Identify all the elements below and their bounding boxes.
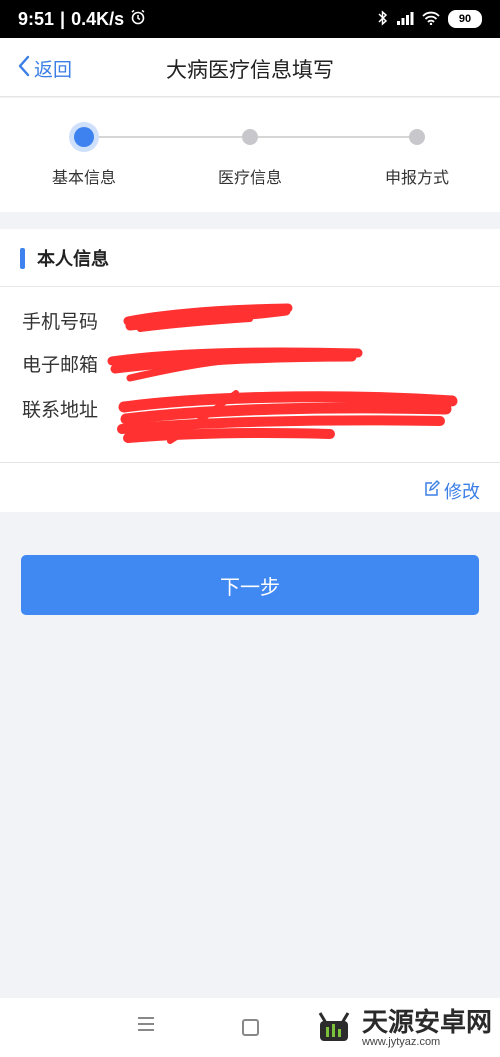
status-net-speed: 0.4K/s	[71, 8, 125, 29]
next-step-button[interactable]: 下一步	[21, 555, 479, 615]
status-time: 9:51	[18, 8, 55, 29]
phone-label: 手机号码	[22, 311, 99, 333]
status-divider: |	[60, 8, 66, 29]
email-label: 电子邮箱	[22, 354, 99, 376]
section-header: 本人信息	[0, 229, 500, 287]
home-icon[interactable]	[242, 1019, 259, 1036]
alarm-icon	[130, 9, 146, 30]
battery-icon: 90	[448, 10, 482, 28]
address-label: 联系地址	[22, 399, 99, 421]
bluetooth-icon	[378, 9, 388, 29]
status-bar: 9:51 | 0.4K/s 90	[0, 0, 500, 38]
watermark-text: 天源安卓网 www.jytyaz.com	[362, 1010, 492, 1048]
step-connector	[250, 136, 417, 138]
watermark-title: 天源安卓网	[361, 1008, 492, 1038]
wifi-icon	[422, 11, 440, 28]
section-accent-bar	[20, 248, 25, 269]
status-right: 90	[378, 9, 482, 29]
watermark: 天源安卓网 www.jytyaz.com	[312, 1005, 492, 1053]
step-label-declare: 申报方式	[384, 168, 450, 187]
step-label-medical: 医疗信息	[217, 168, 283, 187]
section-title: 本人信息	[37, 249, 109, 270]
menu-icon[interactable]	[138, 1017, 154, 1035]
android-logo-icon	[312, 1005, 356, 1053]
nav-bar: 返回 大病医疗信息填写	[0, 38, 500, 97]
card-divider	[0, 462, 500, 463]
step-dot	[409, 129, 425, 145]
edit-button[interactable]: 修改	[424, 478, 480, 504]
step-dot-active	[74, 127, 94, 147]
battery-level: 90	[458, 13, 472, 25]
status-left: 9:51 | 0.4K/s	[18, 9, 146, 30]
step-connector	[84, 136, 250, 138]
step-label-basic: 基本信息	[51, 168, 117, 187]
personal-info-card: 本人信息 手机号码 电子邮箱 联系地址 修改	[0, 229, 500, 512]
edit-label: 修改	[444, 482, 480, 503]
step-progress: 基本信息 医疗信息 申报方式	[0, 98, 500, 212]
signal-icon	[396, 11, 414, 28]
page-title: 大病医疗信息填写	[166, 58, 334, 82]
edit-icon	[424, 480, 444, 502]
step-dot	[242, 129, 258, 145]
